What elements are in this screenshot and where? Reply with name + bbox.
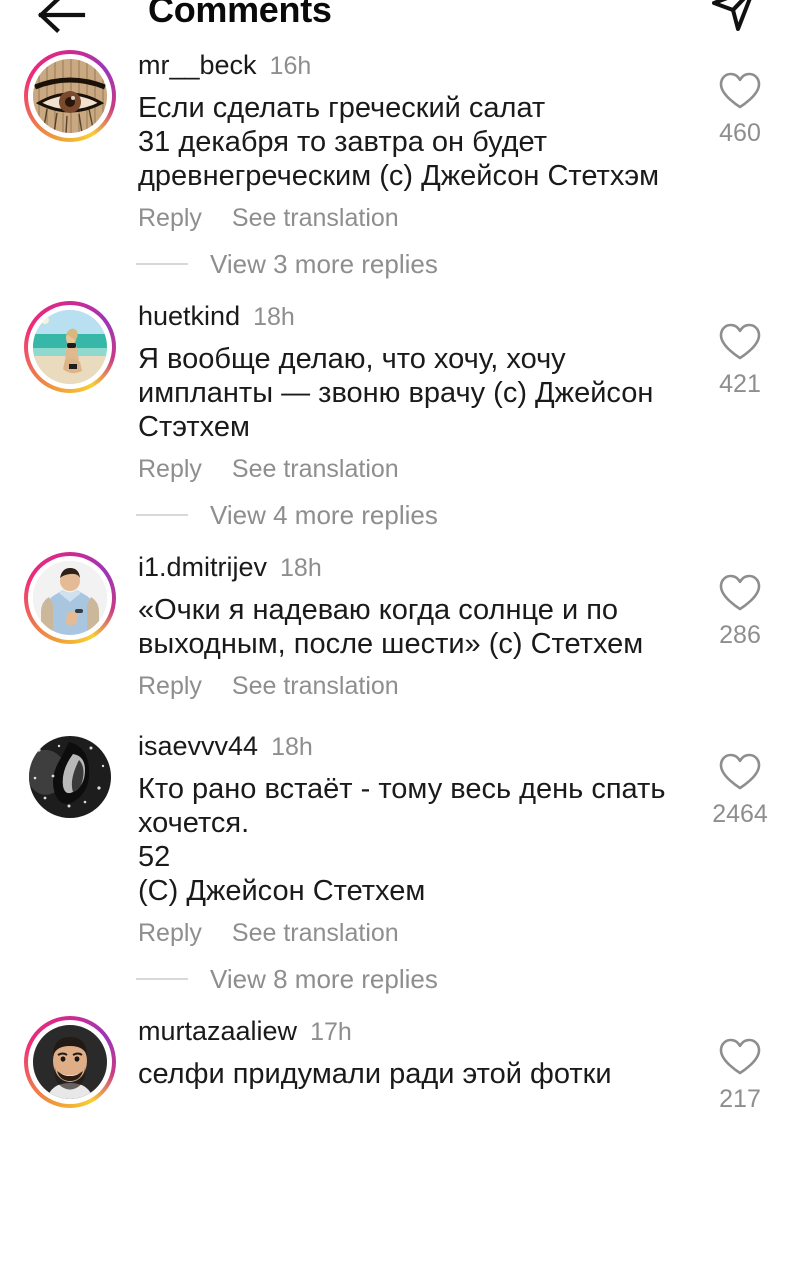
comments-list: mr__beck 16h Если сделать греческий сала… [0, 42, 792, 1112]
heart-icon[interactable] [719, 753, 761, 796]
comment-body: murtazaaliew 17h селфи придумали ради эт… [116, 1008, 688, 1091]
divider-dash [136, 263, 188, 265]
see-translation-button[interactable]: See translation [232, 672, 399, 701]
avatar[interactable] [24, 731, 116, 823]
comment-username[interactable]: murtazaaliew [138, 1018, 297, 1045]
comment-item: huetkind 18h Я вообще делаю, что хочу, х… [0, 293, 792, 486]
man-blue-shirt-avatar [33, 561, 107, 635]
comment-item: i1.dmitrijev 18h «Очки я надеваю когда с… [0, 544, 792, 703]
back-button[interactable] [28, 0, 94, 40]
see-translation-button[interactable]: See translation [232, 455, 399, 484]
comment-body: mr__beck 16h Если сделать греческий сала… [116, 42, 688, 235]
eye-drawing-avatar [33, 59, 107, 133]
avatar[interactable] [24, 552, 116, 644]
comment-actions: Reply See translation [138, 455, 678, 486]
arrow-left-icon [35, 0, 87, 40]
page-title: Comments [148, 0, 332, 30]
comment-timestamp: 18h [280, 554, 322, 582]
comment-text: Я вообще делаю, что хочу, хочу импланты … [138, 343, 654, 443]
dark-monochrome-avatar [29, 736, 111, 818]
comment-text: селфи придумали ради этой фотки [138, 1058, 612, 1090]
like-column: 460 [688, 42, 792, 146]
comment-item: mr__beck 16h Если сделать греческий сала… [0, 42, 792, 235]
comment-timestamp: 18h [253, 303, 295, 331]
comment-timestamp: 18h [271, 733, 313, 761]
comment-timestamp: 17h [310, 1018, 352, 1046]
heart-icon[interactable] [719, 323, 761, 366]
comment-item: isaevvv44 18h Кто рано встаёт - тому вес… [0, 723, 792, 950]
avatar[interactable] [24, 50, 116, 142]
beach-photo-avatar [33, 310, 107, 384]
view-more-replies-row[interactable]: View 4 more replies [0, 486, 792, 544]
comment-actions: Reply See translation [138, 919, 678, 950]
comment-username[interactable]: isaevvv44 [138, 733, 258, 760]
reply-button[interactable]: Reply [138, 204, 202, 233]
reply-button[interactable]: Reply [138, 672, 202, 701]
like-count: 286 [719, 621, 761, 649]
view-more-replies-row[interactable]: View 3 more replies [0, 235, 792, 293]
avatar[interactable] [24, 1016, 116, 1108]
view-more-replies-row[interactable]: View 8 more replies [0, 950, 792, 1008]
see-translation-button[interactable]: See translation [232, 919, 399, 948]
view-more-replies-label: View 4 more replies [210, 499, 438, 530]
comment-username[interactable]: i1.dmitrijev [138, 554, 267, 581]
comment-text: Кто рано встаёт - тому весь день спать х… [138, 773, 666, 907]
view-more-replies-label: View 8 more replies [210, 963, 438, 994]
comment-timestamp: 16h [269, 52, 312, 80]
reply-button[interactable]: Reply [138, 455, 202, 484]
comment-body: isaevvv44 18h Кто рано встаёт - тому вес… [116, 723, 688, 950]
divider-dash [136, 978, 188, 980]
like-column: 421 [688, 293, 792, 397]
paper-plane-icon [708, 0, 760, 39]
like-count: 460 [719, 119, 761, 147]
app-header: Comments [0, 0, 792, 42]
like-count: 421 [719, 370, 761, 398]
comment-meta: isaevvv44 18h [138, 723, 678, 760]
comment-text: «Очки я надеваю когда солнце и по выходн… [138, 594, 644, 660]
comment-username[interactable]: huetkind [138, 303, 240, 330]
comment-meta: huetkind 18h [138, 293, 678, 330]
comment-meta: mr__beck 16h [138, 42, 678, 79]
like-column: 2464 [688, 723, 792, 827]
comment-item: murtazaaliew 17h селфи придумали ради эт… [0, 1008, 792, 1112]
divider-dash [136, 514, 188, 516]
comment-body: huetkind 18h Я вообще делаю, что хочу, х… [116, 293, 688, 486]
comment-actions: Reply See translation [138, 204, 678, 235]
like-column: 286 [688, 544, 792, 648]
comment-meta: i1.dmitrijev 18h [138, 544, 678, 581]
comment-body: i1.dmitrijev 18h «Очки я надеваю когда с… [116, 544, 688, 703]
comments-screen: Comments mr__beck 16h Если сделать грече… [0, 0, 792, 1280]
comment-username[interactable]: mr__beck [138, 52, 257, 79]
smiling-man-avatar [33, 1025, 107, 1099]
heart-icon[interactable] [719, 1038, 761, 1081]
view-more-replies-label: View 3 more replies [210, 248, 438, 279]
share-button[interactable] [706, 0, 762, 38]
avatar[interactable] [24, 301, 116, 393]
heart-icon[interactable] [719, 72, 761, 115]
see-translation-button[interactable]: See translation [232, 204, 399, 233]
reply-button[interactable]: Reply [138, 919, 202, 948]
like-count: 2464 [712, 800, 768, 828]
comment-text: Если сделать греческий салат 31 декабря … [138, 92, 660, 192]
heart-icon[interactable] [719, 574, 761, 617]
comment-meta: murtazaaliew 17h [138, 1008, 678, 1045]
like-count: 217 [719, 1085, 761, 1113]
comment-actions: Reply See translation [138, 672, 678, 703]
like-column: 217 [688, 1008, 792, 1112]
